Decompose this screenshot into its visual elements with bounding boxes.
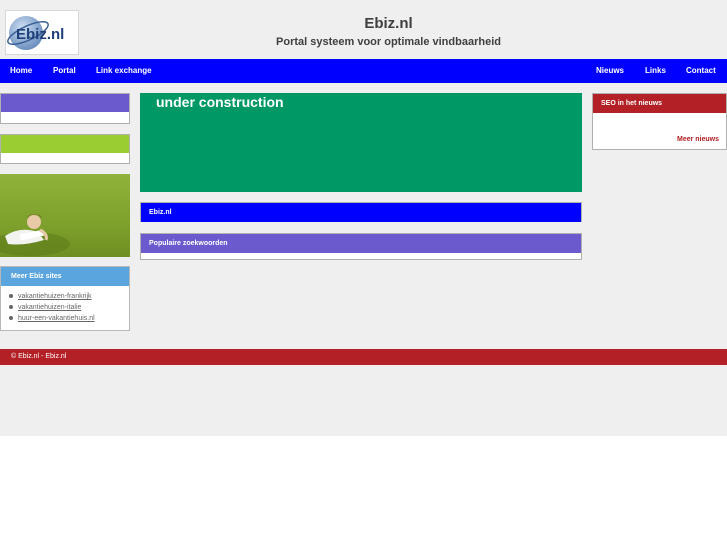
footer: © Ebiz.nl - Ebiz.nl <box>0 349 727 365</box>
site-subtitle: Portal systeem voor optimale vindbaarhei… <box>276 36 501 48</box>
nav-contact[interactable]: Contact <box>686 59 716 83</box>
site-link[interactable]: vakantiehuizen-frankrijk <box>18 293 92 300</box>
site-title: Ebiz.nl <box>364 15 413 32</box>
nav-nieuws[interactable]: Nieuws <box>596 59 624 83</box>
list-item: vakantiehuizen-italie <box>9 302 129 313</box>
site-link[interactable]: huur-een-vakantiehuis.nl <box>18 315 95 322</box>
left-box-green-header <box>1 135 129 153</box>
left-box-green <box>0 134 130 164</box>
main-nav: Home Portal Link exchange Nieuws Links C… <box>0 59 727 83</box>
populaire-zoekwoorden-title: Populaire zoekwoorden <box>141 234 581 253</box>
site-link[interactable]: vakantiehuizen-italie <box>18 304 81 311</box>
nav-home[interactable]: Home <box>10 59 32 83</box>
meer-ebiz-sites-title: Meer Ebiz sites <box>1 267 129 286</box>
nav-links[interactable]: Links <box>645 59 666 83</box>
list-item: huur-een-vakantiehuis.nl <box>9 313 129 324</box>
ebiz-box: Ebiz.nl <box>140 202 582 222</box>
bullet-icon <box>9 294 13 299</box>
under-construction-text: under construction <box>156 94 284 110</box>
reading-woman-photo <box>0 174 130 257</box>
meer-nieuws-link[interactable]: Meer nieuws <box>677 136 719 143</box>
meer-ebiz-sites-box: Meer Ebiz sites vakantiehuizen-frankrijk… <box>0 266 130 331</box>
nav-portal[interactable]: Portal <box>53 59 76 83</box>
meer-ebiz-sites-list: vakantiehuizen-frankrijk vakantiehuizen-… <box>1 286 129 324</box>
list-item: vakantiehuizen-frankrijk <box>9 291 129 302</box>
seo-news-box: SEO in het nieuws Meer nieuws <box>592 93 727 150</box>
populaire-zoekwoorden-box: Populaire zoekwoorden <box>140 233 582 260</box>
under-construction-banner: under construction <box>140 93 582 192</box>
left-box-purple-header <box>1 94 129 112</box>
ebiz-box-title: Ebiz.nl <box>141 203 581 222</box>
left-box-purple <box>0 93 130 124</box>
bullet-icon <box>9 316 13 321</box>
bullet-icon <box>9 305 13 310</box>
nav-link-exchange[interactable]: Link exchange <box>96 59 152 83</box>
seo-news-title: SEO in het nieuws <box>593 94 726 113</box>
page: Ebiz.nl Ebiz.nl Portal systeem voor opti… <box>0 0 727 545</box>
